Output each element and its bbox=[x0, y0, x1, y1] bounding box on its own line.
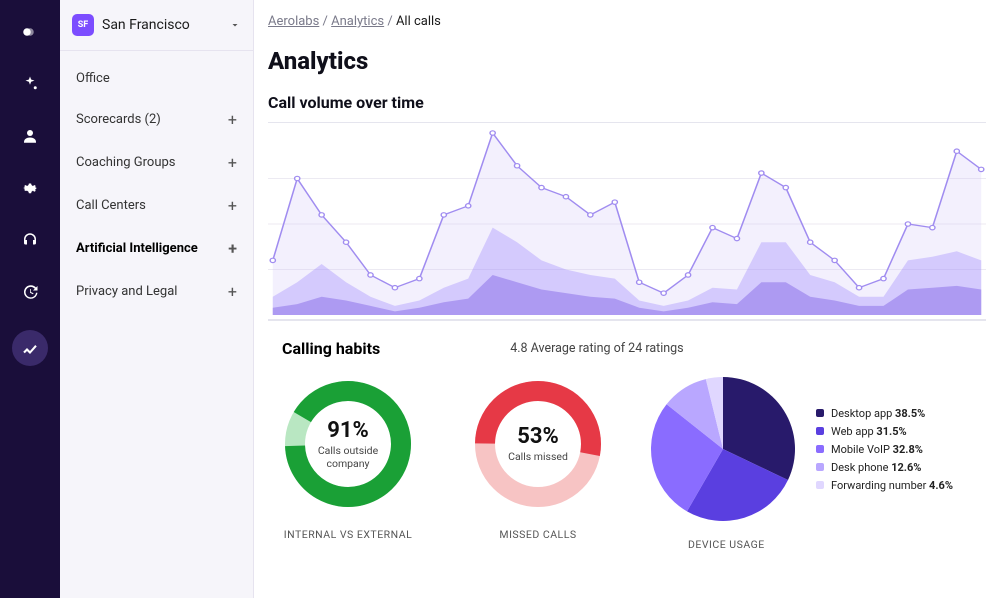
plus-icon[interactable]: + bbox=[228, 196, 237, 215]
donut-missed-calls: 53% Calls missed MISSED CALLS bbox=[458, 374, 618, 551]
legend-swatch bbox=[816, 409, 824, 417]
sparkle-icon[interactable] bbox=[16, 70, 44, 98]
sidebar-item-label: Call Centers bbox=[76, 198, 146, 213]
location-badge: SF bbox=[72, 14, 94, 36]
analytics-icon[interactable] bbox=[12, 330, 48, 366]
sidebar-item-scorecards[interactable]: Scorecards (2) + bbox=[60, 98, 253, 141]
sidebar-item-ai[interactable]: Artificial Intelligence + bbox=[60, 227, 253, 270]
sidebar-item-privacy[interactable]: Privacy and Legal + bbox=[60, 270, 253, 313]
gear-icon[interactable] bbox=[16, 174, 44, 202]
icon-rail bbox=[0, 0, 60, 598]
sidebar-item-call-centers[interactable]: Call Centers + bbox=[60, 184, 253, 227]
donut-percent: 91% bbox=[327, 418, 369, 443]
legend-swatch bbox=[816, 427, 824, 435]
section-title-volume: Call volume over time bbox=[254, 87, 1000, 122]
sidebar-item-label: Scorecards (2) bbox=[76, 112, 161, 127]
chart-caption: DEVICE USAGE bbox=[688, 538, 953, 551]
nav-list: Office Scorecards (2) + Coaching Groups … bbox=[60, 51, 253, 321]
page-title: Analytics bbox=[254, 39, 1000, 87]
section-title-habits: Calling habits bbox=[282, 339, 380, 358]
legend-row: Desk phone 12.6% bbox=[816, 461, 953, 474]
chart-caption: MISSED CALLS bbox=[499, 528, 576, 541]
plus-icon[interactable]: + bbox=[228, 239, 237, 258]
habits-header: Calling habits 4.8 Average rating of 24 … bbox=[268, 320, 986, 366]
plus-icon[interactable]: + bbox=[228, 282, 237, 301]
plus-icon[interactable]: + bbox=[228, 153, 237, 172]
legend-label: Forwarding number 4.6% bbox=[831, 479, 953, 492]
legend-swatch bbox=[816, 481, 824, 489]
location-name: San Francisco bbox=[102, 17, 221, 33]
habits-grid: 91% Calls outside company INTERNAL VS EX… bbox=[254, 366, 1000, 551]
call-volume-chart bbox=[268, 122, 986, 320]
headset-icon[interactable] bbox=[16, 226, 44, 254]
sidebar-item-label: Artificial Intelligence bbox=[76, 241, 198, 256]
legend-label: Web app 31.5% bbox=[831, 425, 907, 438]
sidebar-item-label: Office bbox=[76, 71, 110, 86]
chevron-down-icon bbox=[229, 16, 241, 35]
logo-icon[interactable] bbox=[16, 18, 44, 46]
plus-icon[interactable]: + bbox=[228, 110, 237, 129]
donut-label: Calls outside company bbox=[308, 445, 388, 470]
legend-label: Desktop app 38.5% bbox=[831, 407, 925, 420]
legend-row: Forwarding number 4.6% bbox=[816, 479, 953, 492]
breadcrumb-link[interactable]: Analytics bbox=[331, 14, 384, 29]
chart-caption: INTERNAL VS EXTERNAL bbox=[284, 528, 412, 541]
donut-internal-external: 91% Calls outside company INTERNAL VS EX… bbox=[268, 374, 428, 551]
pie-device-usage: Desktop app 38.5% Web app 31.5% Mobile VoI… bbox=[648, 374, 953, 524]
sidebar-item-office[interactable]: Office bbox=[60, 59, 253, 98]
sidebar-item-label: Coaching Groups bbox=[76, 155, 176, 170]
donut-label: Calls missed bbox=[508, 451, 568, 464]
legend-label: Mobile VoIP 32.8% bbox=[831, 443, 923, 456]
legend-label: Desk phone 12.6% bbox=[831, 461, 921, 474]
breadcrumb-current: All calls bbox=[396, 14, 441, 29]
donut-percent: 53% bbox=[517, 424, 559, 449]
rating-text: 4.8 Average rating of 24 ratings bbox=[510, 341, 683, 356]
main: Aerolabs / Analytics / All calls Analyti… bbox=[254, 0, 1000, 598]
history-icon[interactable] bbox=[16, 278, 44, 306]
sidebar: SF San Francisco Office Scorecards (2) +… bbox=[60, 0, 254, 598]
legend-row: Desktop app 38.5% bbox=[816, 407, 953, 420]
location-picker[interactable]: SF San Francisco bbox=[60, 0, 253, 51]
legend: Desktop app 38.5% Web app 31.5% Mobile VoI… bbox=[816, 407, 953, 492]
legend-swatch bbox=[816, 463, 824, 471]
legend-row: Mobile VoIP 32.8% bbox=[816, 443, 953, 456]
breadcrumb-link[interactable]: Aerolabs bbox=[268, 14, 319, 29]
sidebar-item-label: Privacy and Legal bbox=[76, 284, 177, 299]
breadcrumb: Aerolabs / Analytics / All calls bbox=[254, 0, 1000, 39]
legend-row: Web app 31.5% bbox=[816, 425, 953, 438]
legend-swatch bbox=[816, 445, 824, 453]
sidebar-item-coaching-groups[interactable]: Coaching Groups + bbox=[60, 141, 253, 184]
person-icon[interactable] bbox=[16, 122, 44, 150]
